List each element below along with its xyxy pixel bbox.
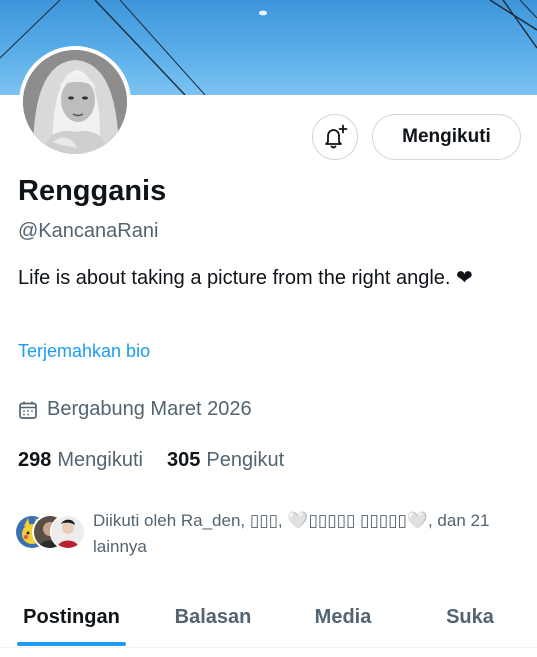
following-count: 298 xyxy=(18,449,52,471)
calendar-icon xyxy=(19,401,37,419)
follow-stats: 298 Mengikuti 305 Pengikut xyxy=(18,449,308,472)
avatar-image xyxy=(23,50,127,154)
followed-by-avatars xyxy=(14,514,88,554)
mini-avatar xyxy=(50,514,86,550)
profile-bio: Life is about taking a picture from the … xyxy=(18,267,473,289)
tab-media[interactable]: Media xyxy=(283,587,403,647)
profile-avatar[interactable] xyxy=(19,46,131,158)
profile-tabs: Postingan Balasan Media Suka xyxy=(0,587,537,649)
following-label: Mengikuti xyxy=(57,449,143,471)
following-button[interactable]: Mengikuti xyxy=(372,114,521,160)
followed-by-text: Diikuti oleh Ra_den, ▯▯▯, 🤍▯▯▯▯▯ ▯▯▯▯▯🤍,… xyxy=(93,511,490,556)
display-name: Rengganis xyxy=(18,175,167,207)
joined-date: Bergabung Maret 2026 xyxy=(18,398,252,421)
notify-bell-button[interactable] xyxy=(312,114,358,160)
user-handle: @KancanaRani xyxy=(18,220,159,242)
followers-label: Pengikut xyxy=(206,449,285,471)
tab-suka[interactable]: Suka xyxy=(403,587,537,647)
bell-plus-icon xyxy=(325,124,348,149)
followed-by-section[interactable]: Diikuti oleh Ra_den, ▯▯▯, 🤍▯▯▯▯▯ ▯▯▯▯▯🤍,… xyxy=(14,508,529,564)
active-tab-indicator xyxy=(17,642,126,646)
joined-text: Bergabung Maret 2026 xyxy=(47,398,252,420)
tab-balasan[interactable]: Balasan xyxy=(143,587,283,647)
translate-bio-link[interactable]: Terjemahkan bio xyxy=(18,341,150,362)
following-stat[interactable]: 298 Mengikuti xyxy=(18,449,143,472)
followers-count: 305 xyxy=(166,449,201,471)
tabs-divider xyxy=(0,647,537,648)
followers-stat[interactable]: 305 Pengikut xyxy=(167,449,284,472)
tab-postingan[interactable]: Postingan xyxy=(0,587,143,647)
